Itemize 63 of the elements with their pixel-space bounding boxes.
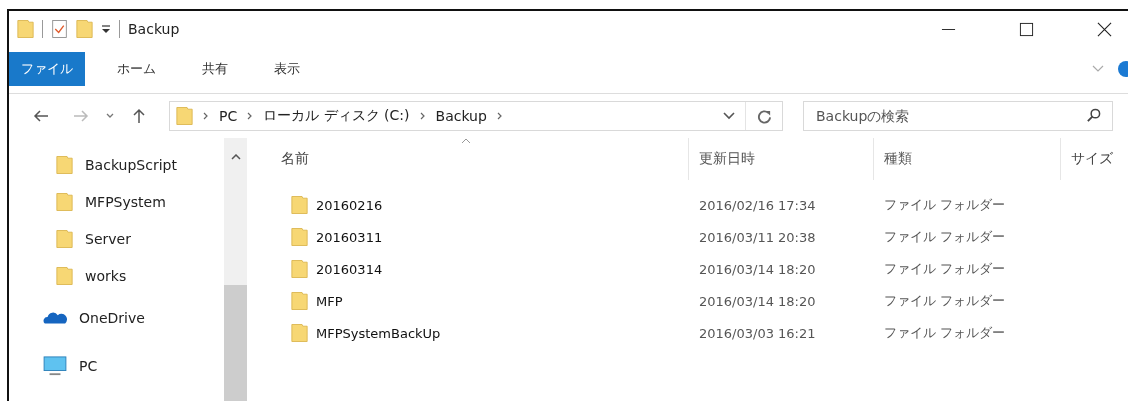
ribbon-tab[interactable]: 表示 (260, 52, 314, 86)
folder-icon (291, 323, 308, 343)
folder-icon (56, 228, 73, 249)
table-cell: ファイル フォルダー (884, 228, 1006, 246)
chevron-icon[interactable] (105, 112, 115, 120)
navigation-item[interactable]: OneDrive (9, 294, 224, 342)
breadcrumb[interactable]: Backup (435, 108, 487, 124)
chevron-right-icon[interactable] (496, 111, 503, 121)
address-bar[interactable]: PC ローカル ディスク (C:) Backup (169, 101, 783, 131)
file-name[interactable]: 20160314 (316, 261, 383, 277)
file-name[interactable]: 20160216 (316, 197, 383, 213)
table-cell: 2016/03/14 18:20 (699, 293, 816, 309)
column-header[interactable]: サイズ (1071, 150, 1113, 168)
navigation-item[interactable]: PC (9, 342, 224, 390)
up-arrow-icon[interactable] (131, 108, 147, 124)
scrollbar-thumb[interactable] (224, 285, 247, 401)
table-cell: 2016/02/16 17:34 (699, 197, 816, 213)
folder-icon (291, 259, 308, 279)
navigation-item[interactable]: MFPSystem (9, 183, 224, 220)
close-icon[interactable] (1097, 21, 1112, 37)
scroll-up-icon[interactable] (230, 154, 241, 160)
folder-icon (56, 265, 73, 286)
chevron-down-icon[interactable] (723, 112, 735, 120)
refresh-icon[interactable] (756, 108, 772, 124)
window-title: Backup (128, 21, 180, 37)
ribbon-tab[interactable]: ホーム (103, 52, 170, 86)
table-cell: ファイル フォルダー (884, 324, 1006, 342)
ribbon-tab[interactable]: 共有 (188, 52, 242, 86)
table-cell: 2016/03/14 18:20 (699, 261, 816, 277)
search-icon (1086, 108, 1101, 123)
table-cell: 2016/03/11 20:38 (699, 229, 816, 245)
column-header[interactable]: 種類 (884, 150, 912, 168)
file-name[interactable]: 20160311 (316, 229, 383, 245)
table-cell: ファイル フォルダー (884, 292, 1006, 310)
search-field[interactable]: Backupの検索 (803, 101, 1113, 131)
folder-icon (56, 191, 73, 212)
computer-icon (43, 356, 67, 376)
properties-icon[interactable] (51, 19, 68, 39)
ribbon-tab[interactable]: ファイル (9, 52, 85, 86)
breadcrumb[interactable]: PC (219, 108, 238, 124)
column-header[interactable]: 名前 (281, 150, 309, 168)
navigation-item[interactable]: BackupScript (9, 146, 224, 183)
file-name[interactable]: MFP (316, 293, 343, 309)
chevron-right-icon[interactable] (203, 111, 209, 121)
folder-icon (176, 106, 193, 126)
folder-icon (291, 195, 308, 215)
file-name[interactable]: MFPSystemBackUp (316, 325, 441, 341)
folder-icon (291, 291, 308, 311)
back-arrow-icon[interactable] (33, 108, 49, 124)
navigation-item[interactable]: works (9, 257, 224, 294)
folder-icon (56, 154, 73, 175)
breadcrumb[interactable]: ローカル ディスク (C:) (263, 107, 410, 125)
chevron-right-icon[interactable] (247, 111, 254, 121)
sort-caret-icon (461, 138, 471, 144)
table-cell: ファイル フォルダー (884, 260, 1006, 278)
table-cell: 2016/03/03 16:21 (699, 325, 816, 341)
folder-icon (291, 227, 308, 247)
column-header[interactable]: 更新日時 (699, 150, 755, 168)
dropdown-icon[interactable] (101, 24, 111, 34)
maximize-icon[interactable] (1019, 21, 1034, 37)
navigation-item[interactable]: Server (9, 220, 224, 257)
table-cell: ファイル フォルダー (884, 196, 1006, 214)
chevron-right-icon[interactable] (419, 111, 426, 121)
